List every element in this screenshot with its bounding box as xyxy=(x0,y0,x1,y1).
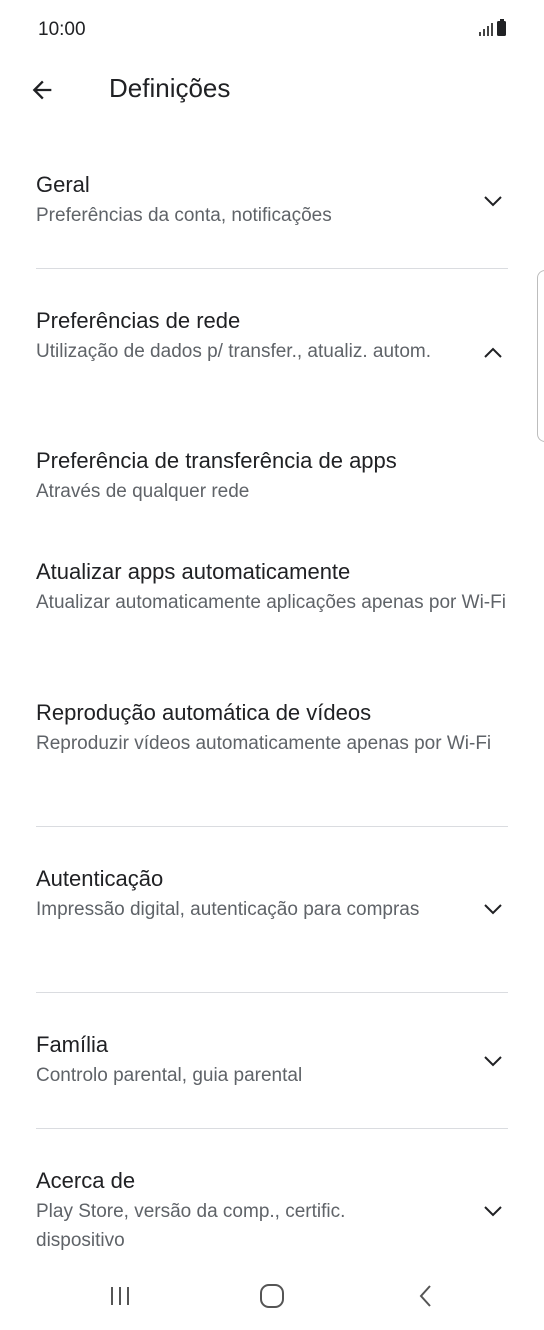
chevron-down-icon xyxy=(478,1046,508,1076)
setting-title: Reprodução automática de vídeos xyxy=(36,700,372,725)
home-icon xyxy=(260,1284,284,1308)
chevron-down-icon xyxy=(478,894,508,924)
section-about[interactable]: Acerca de Play Store, versão da comp., c… xyxy=(36,1166,508,1255)
setting-subtitle: Através de qualquer rede xyxy=(36,481,250,502)
section-authentication-subtitle: Impressão digital, autenticação para com… xyxy=(36,899,420,920)
section-authentication-title: Autenticação xyxy=(36,866,164,891)
home-button[interactable] xyxy=(252,1280,292,1312)
divider xyxy=(36,1128,508,1129)
divider xyxy=(36,992,508,993)
setting-title: Atualizar apps automaticamente xyxy=(36,559,351,584)
divider xyxy=(36,826,508,827)
divider xyxy=(36,268,508,269)
setting-subtitle: Reproduzir vídeos automaticamente apenas… xyxy=(36,733,492,754)
signal-icon xyxy=(479,22,493,36)
section-network-subtitle: Utilização de dados p/ transfer., atuali… xyxy=(36,341,431,362)
section-authentication[interactable]: Autenticação Impressão digital, autentic… xyxy=(36,864,508,924)
nav-back-icon xyxy=(419,1285,431,1307)
battery-icon xyxy=(497,19,506,36)
settings-screen: 10:00 Definições Geral Preferências da c… xyxy=(0,0,544,1330)
chevron-up-icon xyxy=(478,338,508,368)
status-icons xyxy=(479,19,506,36)
setting-app-download-preference[interactable]: Preferência de transferência de apps Atr… xyxy=(36,446,508,506)
recents-icon xyxy=(111,1287,129,1305)
setting-title: Preferência de transferência de apps xyxy=(36,448,397,473)
section-network-title: Preferências de rede xyxy=(36,308,241,333)
setting-auto-update-apps[interactable]: Atualizar apps automaticamente Atualizar… xyxy=(36,557,508,617)
section-general-title: Geral xyxy=(36,172,90,197)
setting-auto-play-videos[interactable]: Reprodução automática de vídeos Reproduz… xyxy=(36,698,508,758)
section-family-title: Família xyxy=(36,1032,109,1057)
scroll-indicator[interactable] xyxy=(537,270,544,442)
section-general-subtitle: Preferências da conta, notificações xyxy=(36,205,332,226)
status-time: 10:00 xyxy=(38,19,86,40)
arrow-back-icon xyxy=(32,80,52,100)
nav-back-button[interactable] xyxy=(406,1280,446,1312)
chevron-down-icon xyxy=(478,1196,508,1226)
page-title: Definições xyxy=(109,73,231,103)
section-family-subtitle: Controlo parental, guia parental xyxy=(36,1065,303,1086)
section-family[interactable]: Família Controlo parental, guia parental xyxy=(36,1030,508,1090)
section-general[interactable]: Geral Preferências da conta, notificaçõe… xyxy=(36,170,508,230)
section-about-subtitle: Play Store, versão da comp., certific. d… xyxy=(36,1201,346,1251)
system-nav-bar xyxy=(0,1262,544,1330)
status-bar: 10:00 xyxy=(0,0,544,60)
back-button[interactable] xyxy=(22,72,62,108)
app-bar: Definições xyxy=(0,62,544,118)
section-network[interactable]: Preferências de rede Utilização de dados… xyxy=(36,306,508,366)
section-about-title: Acerca de xyxy=(36,1168,136,1193)
setting-subtitle: Atualizar automaticamente aplicações ape… xyxy=(36,592,506,613)
chevron-down-icon xyxy=(478,186,508,216)
recents-button[interactable] xyxy=(100,1280,140,1312)
